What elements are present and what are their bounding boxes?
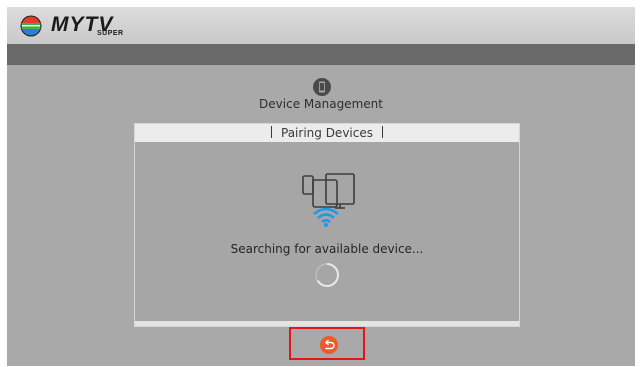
- dialog-title-wrap: Pairing Devices: [135, 126, 519, 140]
- title-divider-left: [271, 126, 272, 138]
- logo-sub-text: SUPER: [97, 30, 124, 37]
- dialog-header: Pairing Devices: [135, 124, 519, 142]
- pairing-dialog: Pairing Devices Searching for available …: [134, 123, 520, 327]
- spinner-icon: [315, 262, 339, 287]
- tvb-logo-icon: [20, 15, 42, 37]
- title-divider-right: [381, 126, 383, 138]
- phone-icon: [313, 78, 331, 96]
- dialog-title: Pairing Devices: [281, 126, 373, 140]
- tv-screen: MYTV SUPER Device Management Pairing Dev…: [7, 7, 635, 366]
- top-bar: MYTV SUPER: [7, 7, 635, 44]
- devices-wifi-icon: [302, 173, 355, 228]
- back-button-circle: [320, 336, 338, 354]
- page-title: Device Management: [259, 97, 383, 111]
- back-button[interactable]: [289, 327, 365, 360]
- sub-bar: [7, 44, 635, 65]
- dialog-footer-bar: [135, 321, 519, 326]
- status-text: Searching for available device...: [230, 242, 424, 256]
- return-arrow-icon: [325, 339, 335, 350]
